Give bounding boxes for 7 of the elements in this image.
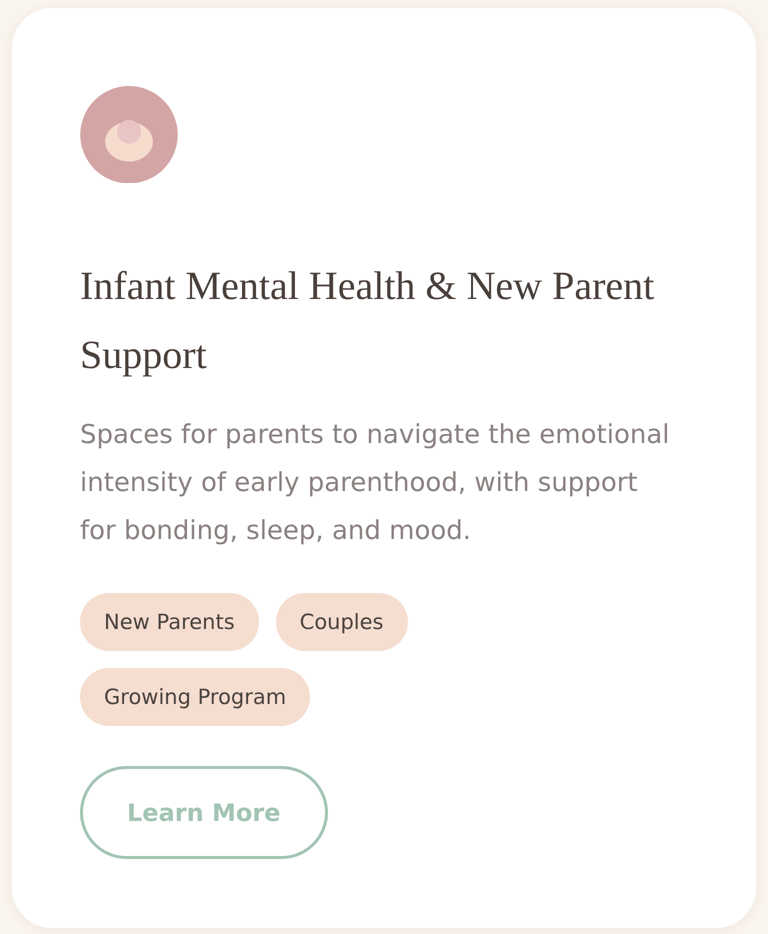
card-title: Infant Mental Health & New Parent Support — [80, 262, 656, 380]
card-description: Spaces for parents to navigate the emotional intensity of early parenthood, with support for bonding, sleep, and mood. — [80, 419, 670, 548]
tag: Growing Program — [80, 668, 310, 726]
tag: Couples — [276, 593, 408, 652]
emblem-icon — [80, 86, 178, 184]
tag: New Parents — [80, 593, 259, 652]
learn-more-button[interactable]: Learn More — [80, 766, 328, 859]
